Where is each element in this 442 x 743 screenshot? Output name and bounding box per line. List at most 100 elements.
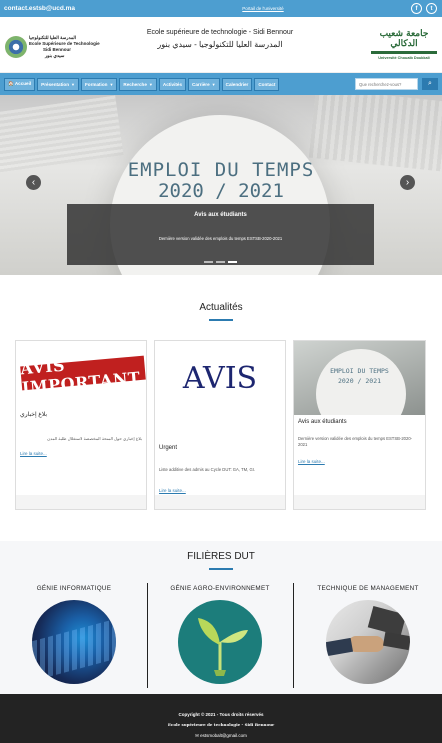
read-more-link[interactable]: Lire la suite... [20, 451, 47, 456]
school-logo[interactable]: المدرسة العليا للتكنولوجيا Ecole Supérie… [5, 32, 105, 62]
carousel-caption: Avis aux étudiants Dernière version vali… [67, 204, 374, 265]
nav-recherche[interactable]: Recherche ▼ [119, 77, 157, 91]
nav-formation[interactable]: Formation ▼ [80, 77, 118, 91]
program-image-plant [178, 600, 262, 684]
program-image-keyboard [32, 600, 116, 684]
sleeve-decoration [326, 637, 354, 657]
news-card-footer [16, 495, 146, 509]
program-image-handshake [326, 600, 410, 684]
carousel-indicator-active[interactable] [228, 261, 237, 263]
carousel-indicators [204, 261, 237, 263]
news-card: AVIS Urgent Liste additive des admis au … [154, 340, 286, 510]
search-button[interactable]: ⌕ [422, 78, 438, 90]
heading-underline [209, 568, 233, 570]
university-logo-bar [371, 51, 437, 54]
twitter-icon[interactable]: t [425, 3, 437, 14]
chevron-left-icon: ‹ [31, 177, 36, 188]
news-card-description: Dernière version validée des emplois du … [298, 436, 413, 447]
program-genie-informatique[interactable]: GÉNIE INFORMATIQUE [9, 585, 139, 684]
search-icon: ⌕ [428, 80, 432, 87]
news-card-footer [294, 495, 425, 509]
news-heading: Actualités [199, 302, 243, 313]
nav-carriere[interactable]: Carrière ▼ [188, 77, 220, 91]
news-card-description: بلاغ إخباري حول المنحة المخصصة لاستغلال … [47, 436, 142, 441]
plant-sprout-icon [198, 618, 248, 676]
carousel-indicator[interactable] [216, 261, 225, 263]
footer-email-link[interactable]: ✉ estsmobalt@gmail.com [0, 733, 442, 739]
university-portal-link[interactable]: Portail de l'université [242, 6, 283, 11]
carousel-prev-button[interactable]: ‹ [26, 175, 41, 190]
programs-section: FILIÈRES DUT [0, 551, 442, 570]
nav-activites[interactable]: Activités [158, 77, 187, 91]
program-technique-management[interactable]: TECHNIQUE DE MANAGEMENT [303, 585, 433, 684]
site-title: Ecole supérieure de technologie - Sidi B… [120, 29, 320, 49]
gear-logo-icon [5, 36, 27, 58]
news-card-title: بلاغ إخباري [20, 412, 48, 418]
nav-accueil-label: 🏠 Accueil [8, 81, 32, 86]
footer-school-name: Ecole supérieure de technologie - Sidi B… [167, 722, 275, 727]
program-name: GÉNIE INFORMATIQUE [36, 585, 112, 592]
news-card-title: Urgent [159, 445, 178, 451]
top-bar: contact.estsb@ucd.ma Portail de l'univer… [0, 0, 442, 17]
carousel-indicator[interactable] [204, 261, 213, 263]
avis-important-stamp: AVIS IMPORTANT [20, 356, 146, 397]
news-card: EMPLOI DU TEMPS 2020 / 2021 Avis aux étu… [293, 340, 426, 510]
avis-image-text: AVIS [182, 361, 258, 396]
nav-contact[interactable]: Contact [254, 77, 280, 91]
program-name: GÉNIE AGRO-ENVIRONNEMET [170, 585, 270, 592]
divider [293, 583, 294, 688]
hero-title-line2: 2020 / 2021 [158, 180, 284, 202]
program-genie-agro[interactable]: GÉNIE AGRO-ENVIRONNEMET [155, 585, 285, 684]
nav-recherche-label: Recherche [123, 81, 147, 87]
main-navigation: 🏠 Accueil Présentation ▼ Formation ▼ Reche… [0, 73, 442, 95]
news-card-footer [155, 495, 285, 509]
program-name: TECHNIQUE DE MANAGEMENT [317, 585, 419, 592]
university-logo-arabic: جامعة شعيب الدكالي [379, 29, 429, 49]
site-header: المدرسة العليا للتكنولوجيا Ecole Supérie… [0, 17, 442, 73]
sleeve-decoration [382, 631, 410, 651]
handshake-decoration [348, 636, 384, 652]
nav-carriere-label: Carrière [192, 81, 210, 87]
contact-email-link[interactable]: contact.estsb@ucd.ma [4, 5, 75, 12]
site-title-arabic: المدرسة العليا للتكنولوجيا - سيدي بنور [157, 40, 283, 49]
copyright-text: Copyright © 2021 - Tous droits réservés [178, 712, 264, 717]
news-card-description: Liste additive des admis au Cycle DUT: G… [159, 467, 256, 472]
nav-formation-label: Formation [84, 81, 108, 87]
nav-calendrier[interactable]: Calendrier [221, 77, 253, 91]
caret-down-icon: ▼ [109, 81, 114, 87]
logo-line-city-arabic: سيدي بنور [45, 53, 65, 58]
site-title-french: Ecole supérieure de technologie - Sidi B… [146, 29, 294, 36]
divider [147, 583, 148, 688]
carousel-caption-title: Avis aux étudiants [194, 212, 247, 218]
news-card-image: AVIS [155, 341, 285, 441]
university-logo[interactable]: جامعة شعيب الدكالي Université Chouaib Do… [371, 29, 437, 60]
image-title-line2: 2020 / 2021 [337, 377, 382, 385]
news-card-image: AVIS IMPORTANT [16, 341, 146, 399]
news-card: AVIS IMPORTANT بلاغ إخباري بلاغ إخباري ح… [15, 340, 147, 510]
carousel-next-button[interactable]: › [400, 175, 415, 190]
read-more-link[interactable]: Lire la suite... [159, 488, 186, 493]
read-more-link[interactable]: Lire la suite... [298, 459, 325, 464]
hero-title-line1: EMPLOI DU TEMPS [127, 159, 315, 181]
news-card-title: Avis aux étudiants [298, 419, 347, 425]
nav-accueil[interactable]: 🏠 Accueil [4, 77, 36, 91]
caret-down-icon: ▼ [71, 81, 75, 87]
nav-calendrier-label: Calendrier [225, 81, 249, 87]
nav-presentation-label: Présentation [41, 81, 69, 87]
news-card-image: EMPLOI DU TEMPS 2020 / 2021 [294, 341, 425, 415]
heading-underline [209, 319, 233, 321]
university-logo-english: Université Chouaib Doukkali [378, 56, 430, 60]
programs-heading: FILIÈRES DUT [187, 551, 255, 562]
news-cards: AVIS IMPORTANT بلاغ إخباري بلاغ إخباري ح… [0, 340, 442, 510]
keyboard-keys-decoration [32, 618, 116, 682]
caret-down-icon: ▼ [211, 81, 216, 87]
chevron-right-icon: › [405, 177, 410, 188]
caret-down-icon: ▼ [148, 81, 153, 87]
hero-carousel: EMPLOI DU TEMPS 2020 / 2021 ‹ › Avis aux… [0, 95, 442, 275]
nav-presentation[interactable]: Présentation ▼ [37, 77, 79, 91]
facebook-icon[interactable]: f [410, 3, 422, 14]
site-footer: Copyright © 2021 - Tous droits réservés … [0, 694, 442, 743]
search-input[interactable] [355, 78, 418, 90]
carousel-caption-text: Dernière version validée des emplois du … [158, 236, 283, 241]
nav-contact-label: Contact [258, 81, 276, 87]
